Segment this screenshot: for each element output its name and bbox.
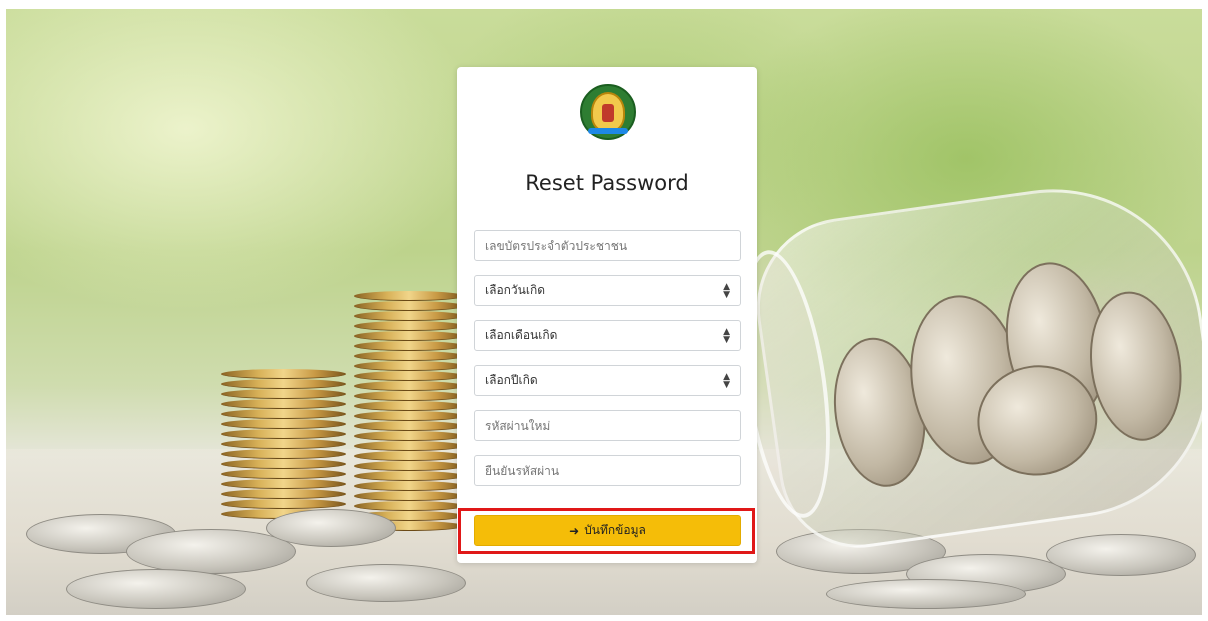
sort-caret-icon: ▲ ▼ bbox=[723, 371, 730, 390]
page-title: Reset Password bbox=[525, 171, 689, 195]
scattered-coin bbox=[826, 579, 1026, 609]
birth-year-select[interactable]: เลือกปีเกิด ▲ ▼ bbox=[474, 365, 741, 396]
birth-month-select[interactable]: เลือกเดือนเกิด ▲ ▼ bbox=[474, 320, 741, 351]
coin-stack-left bbox=[221, 369, 346, 519]
scattered-coin bbox=[126, 529, 296, 574]
save-button-label: บันทึกข้อมูล bbox=[584, 523, 646, 537]
sort-caret-icon: ▲ ▼ bbox=[723, 326, 730, 345]
scattered-coin bbox=[266, 509, 396, 547]
reset-password-card: Reset Password เลือกวันเกิด ▲▼ เลือกเดือ… bbox=[457, 67, 757, 563]
coin-stack-tall bbox=[354, 291, 464, 536]
sort-caret-icon: ▲ ▼ bbox=[723, 281, 730, 300]
scattered-coin bbox=[306, 564, 466, 602]
scattered-coin bbox=[1046, 534, 1196, 576]
id-card-input[interactable] bbox=[474, 230, 741, 261]
organization-logo-icon bbox=[580, 84, 636, 140]
new-password-input[interactable] bbox=[474, 410, 741, 441]
birth-year-select-value: เลือกปีเกิด bbox=[485, 373, 538, 387]
confirm-password-input[interactable] bbox=[474, 455, 741, 486]
scattered-coin bbox=[66, 569, 246, 609]
birth-day-select[interactable]: เลือกวันเกิด ▲ ▼ bbox=[474, 275, 741, 306]
birth-day-select-value: เลือกวันเกิด bbox=[485, 283, 546, 297]
sign-in-icon: ➜ bbox=[569, 523, 580, 538]
birth-month-select-value: เลือกเดือนเกิด bbox=[485, 328, 558, 342]
save-button[interactable]: ➜ บันทึกข้อมูล bbox=[474, 515, 741, 546]
